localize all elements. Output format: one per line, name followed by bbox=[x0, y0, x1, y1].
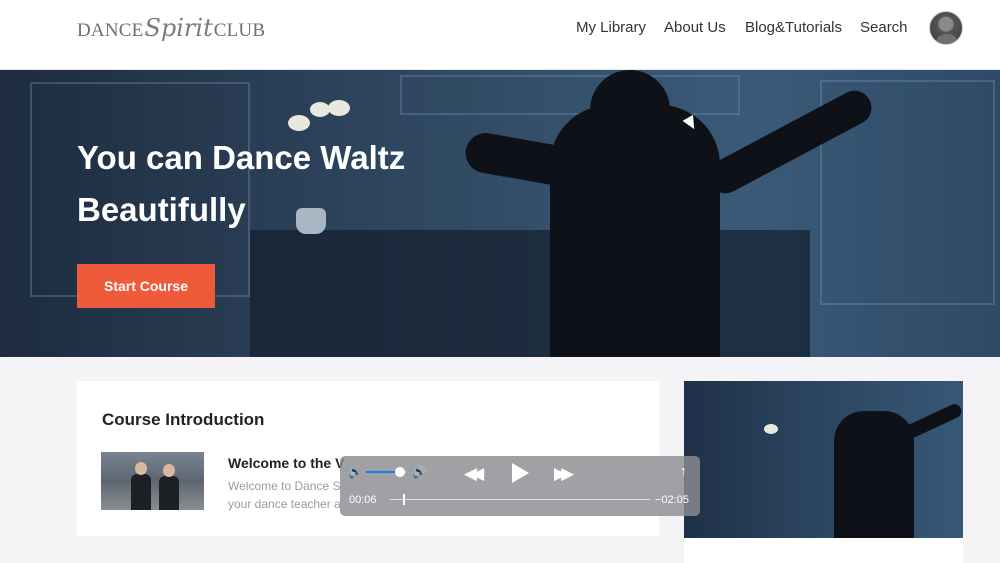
lesson-desc-line-1: Welcome to Dance S bbox=[228, 479, 341, 493]
fireplace-mantel bbox=[250, 230, 810, 357]
flower-decor bbox=[288, 115, 310, 131]
media-player-controls: 🔈 🔊 ◀◀ ▶▶ ↑ 00:06 −02:05 bbox=[340, 456, 700, 516]
start-course-button[interactable]: Start Course bbox=[77, 264, 215, 308]
site-logo[interactable]: DANCE Spirit CLUB bbox=[77, 14, 265, 42]
hero-title-line-2: Beautifully bbox=[77, 191, 246, 228]
section-title: Course Introduction bbox=[102, 410, 265, 429]
flower-decor bbox=[764, 424, 778, 434]
side-card bbox=[684, 538, 963, 563]
progress-scrubber-track[interactable] bbox=[390, 499, 650, 500]
play-icon[interactable] bbox=[512, 463, 529, 483]
lesson-description: Welcome to Dance S your dance teacher a bbox=[228, 477, 348, 513]
thumb-person bbox=[131, 474, 151, 510]
thumb-face bbox=[135, 462, 147, 475]
share-icon[interactable]: ↑ bbox=[680, 464, 687, 477]
lesson-thumbnail[interactable] bbox=[101, 452, 204, 510]
progress-scrubber-head[interactable] bbox=[403, 494, 405, 505]
dancer-figure bbox=[590, 70, 670, 150]
wall-panel-decor bbox=[400, 75, 740, 115]
site-header: DANCE Spirit CLUB My Library About Us Bl… bbox=[0, 0, 1000, 70]
rewind-icon[interactable]: ◀◀ bbox=[464, 465, 484, 482]
logo-text-spirit: Spirit bbox=[144, 14, 213, 42]
thumb-face bbox=[163, 464, 175, 477]
lesson-desc-line-2: your dance teacher a bbox=[228, 497, 341, 511]
remaining-time: −02:05 bbox=[655, 494, 689, 506]
flower-decor bbox=[310, 102, 330, 117]
side-video-thumbnail[interactable] bbox=[684, 381, 963, 538]
user-avatar[interactable] bbox=[929, 11, 963, 45]
nav-search[interactable]: Search bbox=[860, 19, 908, 36]
logo-text-dance: DANCE bbox=[77, 20, 144, 41]
logo-text-club: CLUB bbox=[213, 20, 266, 41]
current-time: 00:06 bbox=[349, 494, 377, 506]
nav-my-library[interactable]: My Library bbox=[576, 19, 646, 36]
nav-blog-tutorials[interactable]: Blog&Tutorials bbox=[745, 19, 842, 36]
hero-title: You can Dance Waltz Beautifully bbox=[77, 132, 497, 236]
volume-high-icon[interactable]: 🔊 bbox=[412, 466, 427, 478]
thumb-person bbox=[159, 476, 179, 510]
hero-title-line-1: You can Dance Waltz bbox=[77, 139, 406, 176]
lesson-title[interactable]: Welcome to the V bbox=[228, 455, 344, 471]
flower-decor bbox=[328, 100, 350, 116]
hero-banner: You can Dance Waltz Beautifully Start Co… bbox=[0, 70, 1000, 357]
nav-about-us[interactable]: About Us bbox=[664, 19, 726, 36]
volume-slider-knob[interactable] bbox=[395, 467, 405, 477]
volume-low-icon[interactable]: 🔈 bbox=[348, 466, 363, 478]
fast-forward-icon[interactable]: ▶▶ bbox=[554, 465, 574, 482]
